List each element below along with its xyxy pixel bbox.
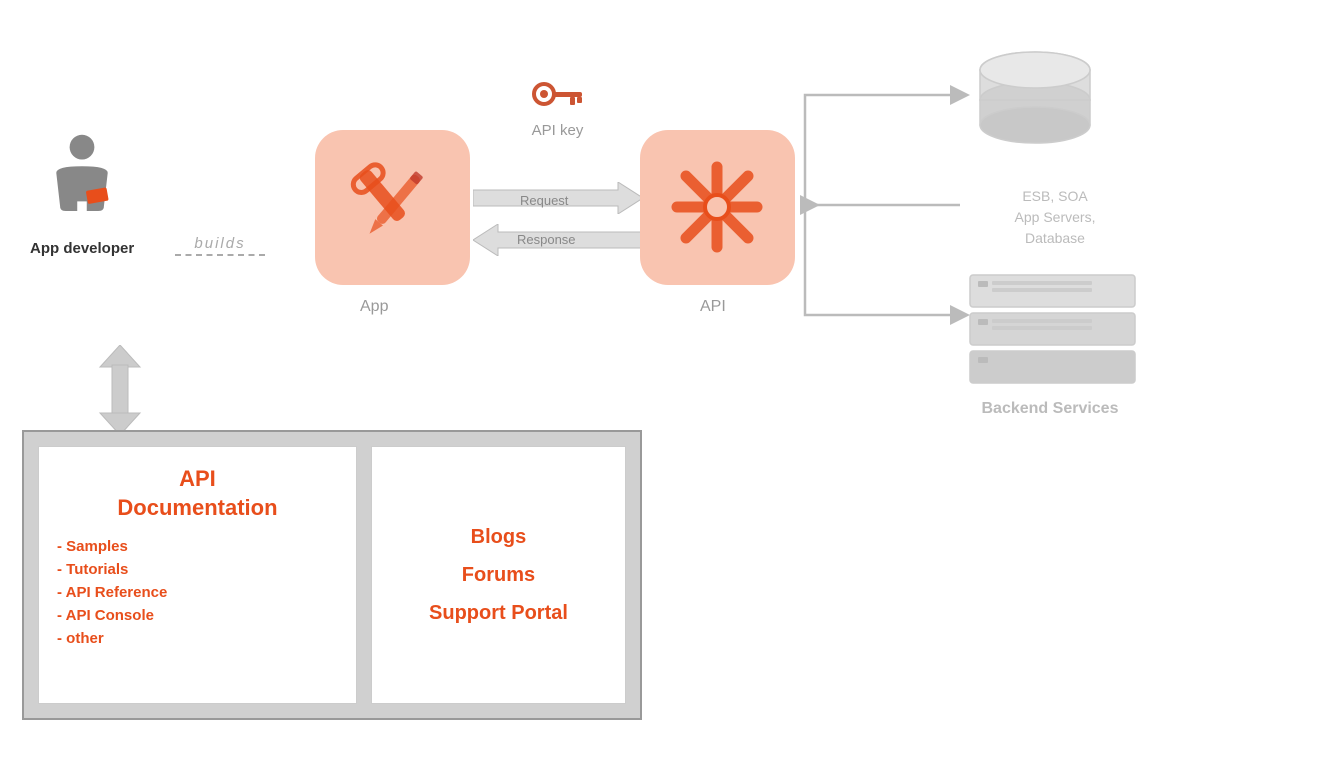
community-blogs: Blogs [471,522,527,552]
apikey-area: API key [530,80,585,139]
arrow-api-to-backend-bottom [795,200,970,330]
backend-bottom-icon [960,270,1145,395]
key-icon [530,80,585,118]
portal-container: API Documentation - Samples - Tutorials … [22,430,642,720]
tool-icon [337,152,447,262]
diagram: App developer builds App [0,0,1338,770]
portal-doc-item-1: - Samples [57,538,338,555]
portal-doc-item-3: - API Reference [57,584,338,601]
community-support: Support Portal [429,598,568,628]
portal-doc-item-5: - other [57,630,338,647]
api-icon-svg [662,152,772,262]
community-forums: Forums [462,560,535,590]
api-box [640,130,795,285]
response-label: Response [517,232,576,247]
person-icon [37,130,127,230]
builds-label: builds [175,235,265,256]
portal-doc-item-2: - Tutorials [57,561,338,578]
portal-doc-item-4: - API Console [57,607,338,624]
portal-doc-box: API Documentation - Samples - Tutorials … [38,446,357,704]
developer-area: App developer [30,130,134,257]
request-label: Request [520,193,568,208]
backend-bottom-label: Backend Services [950,400,1150,418]
double-arrow [90,345,150,435]
apikey-label: API key [532,122,584,139]
api-label: API [700,298,726,316]
developer-label: App developer [30,240,134,257]
backend-top-label: ESB, SOA App Servers, Database [965,165,1145,249]
portal-doc-title: API Documentation [57,465,338,522]
portal-community-box: Blogs Forums Support Portal [371,446,626,704]
app-label: App [360,298,388,316]
backend-top-icon [950,40,1120,165]
app-box [315,130,470,285]
